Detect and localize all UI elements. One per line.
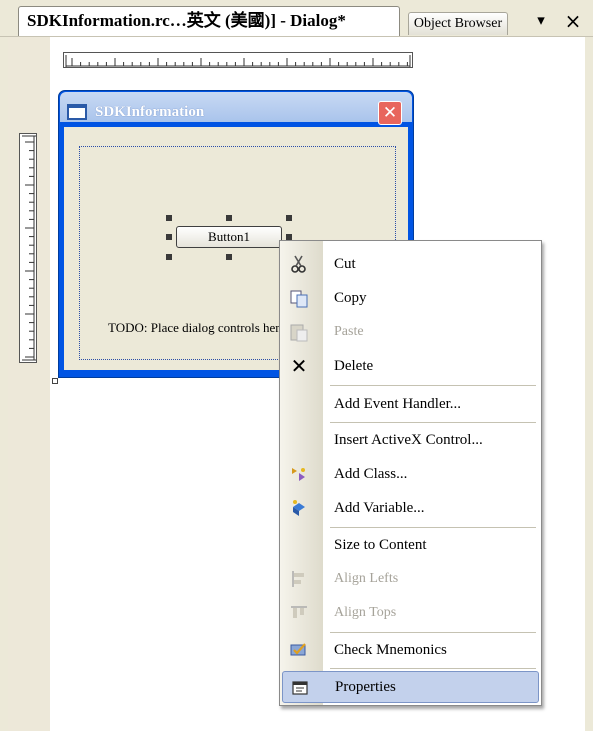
menu-item-align-lefts[interactable]: Align Lefts xyxy=(280,563,541,595)
menu-item-label: Size to Content xyxy=(334,537,427,553)
editor-left-border xyxy=(0,37,8,731)
horizontal-ruler[interactable] xyxy=(63,52,413,68)
selection-handle[interactable] xyxy=(166,234,172,240)
copy-icon xyxy=(288,288,310,308)
vertical-ruler[interactable] xyxy=(19,133,37,363)
close-tab-icon[interactable]: × xyxy=(562,10,584,32)
menu-item-copy[interactable]: Copy xyxy=(280,282,541,314)
check-mnemonics-icon xyxy=(288,640,310,660)
menu-item-label: Add Variable... xyxy=(334,500,425,516)
menu-item-label: Paste xyxy=(334,324,364,339)
menu-separator xyxy=(330,385,536,386)
window-icon xyxy=(67,104,87,120)
menu-item-add-event-handler[interactable]: Add Event Handler... xyxy=(280,388,541,420)
menu-item-label: Check Mnemonics xyxy=(334,642,447,658)
tab-object-browser[interactable]: Object Browser xyxy=(408,12,508,35)
todo-static-text[interactable]: TODO: Place dialog controls here. xyxy=(108,320,280,336)
dialog-close-button[interactable]: ✕ xyxy=(378,101,402,125)
dialog-title: SDKInformation xyxy=(95,104,205,120)
menu-item-label: Align Lefts xyxy=(334,571,399,586)
menu-item-label: Add Event Handler... xyxy=(334,396,462,412)
tab-list-dropdown-icon[interactable]: ▾ xyxy=(530,10,552,32)
menu-item-label: Add Class... xyxy=(334,466,408,482)
selection-handle[interactable] xyxy=(286,215,292,221)
menu-item-size-to-content[interactable]: Size to Content xyxy=(280,529,541,561)
add-class-icon xyxy=(288,464,310,484)
menu-item-align-tops[interactable]: Align Tops xyxy=(280,597,541,629)
menu-item-label: Copy xyxy=(334,290,367,306)
menu-separator xyxy=(330,668,536,669)
menu-item-add-class[interactable]: Add Class... xyxy=(280,458,541,490)
align-tops-icon xyxy=(288,603,310,623)
add-variable-icon xyxy=(288,498,310,518)
menu-separator xyxy=(330,632,536,633)
editor-right-border xyxy=(585,37,593,731)
menu-item-properties[interactable]: Properties xyxy=(282,671,539,703)
menu-item-label: Properties xyxy=(335,679,396,695)
menu-item-label: Insert ActiveX Control... xyxy=(334,432,483,448)
selection-handle[interactable] xyxy=(166,215,172,221)
menu-item-insert-activex-control[interactable]: Insert ActiveX Control... xyxy=(280,424,541,456)
menu-item-add-variable[interactable]: Add Variable... xyxy=(280,492,541,524)
selection-handle[interactable] xyxy=(226,215,232,221)
menu-item-cut[interactable]: Cut xyxy=(280,248,541,280)
menu-item-label: Delete xyxy=(334,358,374,374)
tab-dialog-editor[interactable]: SDKInformation.rc…英文 (美國)] - Dialog* xyxy=(18,6,400,36)
align-lefts-icon xyxy=(288,569,310,589)
menu-item-check-mnemonics[interactable]: Check Mnemonics xyxy=(280,634,541,666)
selection-handle[interactable] xyxy=(226,254,232,260)
cut-icon xyxy=(288,254,310,274)
selection-handle[interactable] xyxy=(166,254,172,260)
button1-control[interactable]: Button1 xyxy=(176,226,282,248)
paste-icon xyxy=(288,322,310,342)
horizontal-ruler-ticks xyxy=(65,55,411,67)
delete-icon: ✕ xyxy=(290,354,308,378)
menu-item-label: Align Tops xyxy=(334,605,397,620)
properties-icon xyxy=(289,678,311,698)
menu-item-delete[interactable]: ✕ Delete xyxy=(280,350,541,382)
vertical-ruler-ticks xyxy=(22,135,36,361)
dialog-resize-handle[interactable] xyxy=(52,378,58,384)
menu-separator xyxy=(330,527,536,528)
menu-separator xyxy=(330,422,536,423)
menu-item-paste[interactable]: Paste xyxy=(280,316,541,348)
menu-item-label: Cut xyxy=(334,256,356,272)
